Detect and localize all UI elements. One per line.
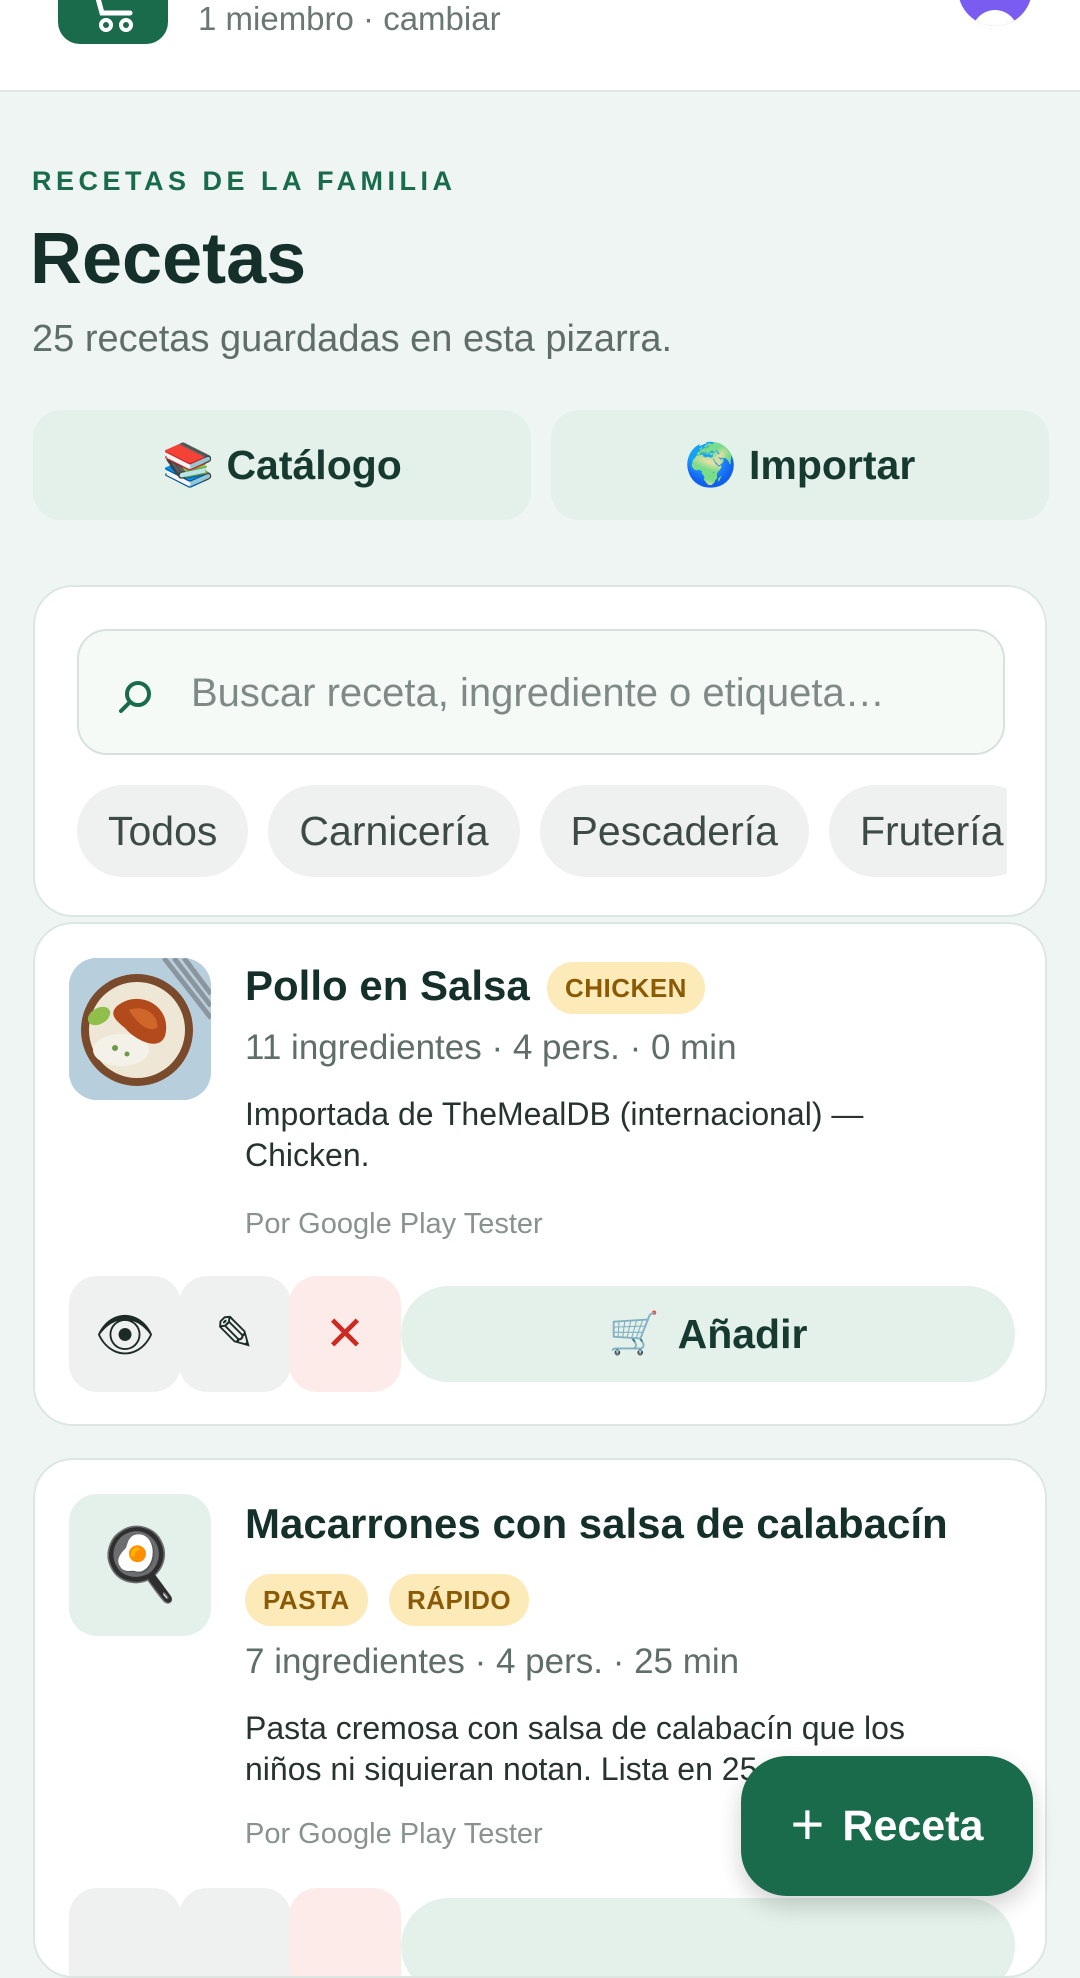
recipe-author: Por Google Play Tester xyxy=(245,1208,543,1240)
fab-label: Receta xyxy=(842,1801,984,1850)
globe-icon: 🌍 xyxy=(684,440,737,488)
add-label: Añadir xyxy=(677,1310,808,1357)
user-avatar[interactable] xyxy=(958,0,1032,26)
recipe-description: Importada de TheMealDB (internacional) —… xyxy=(245,1096,864,1173)
recipe-thumbnail xyxy=(69,958,211,1100)
recipe-title: Macarrones con salsa de calabacín xyxy=(245,1500,948,1547)
category-filter-chips: Todos Carnicería Pescadería Frutería xyxy=(77,785,1007,881)
filter-chip-fruteria[interactable]: Frutería xyxy=(828,785,1007,877)
books-icon: 📚 xyxy=(162,440,215,488)
recipe-card[interactable]: 🍳 Macarrones con salsa de calabacín PAST… xyxy=(33,1458,1047,1978)
recipe-tag: PASTA xyxy=(245,1574,368,1626)
recipe-photo xyxy=(69,958,211,1100)
catalog-label: Catálogo xyxy=(226,441,402,488)
search-filter-card: Todos Carnicería Pescadería Frutería xyxy=(33,585,1047,917)
eye-icon: 👁 xyxy=(94,1308,156,1362)
frying-pan-icon: 🍳 xyxy=(96,1525,184,1603)
search-icon xyxy=(119,681,151,713)
add-to-list-button[interactable] xyxy=(401,1898,1015,1976)
filter-chip-todos[interactable]: Todos xyxy=(77,785,249,877)
catalog-button[interactable]: 📚 Catálogo xyxy=(33,410,531,520)
view-recipe-button[interactable] xyxy=(69,1888,181,1976)
cart-icon: 🛒 xyxy=(608,1310,660,1356)
close-icon: ✕ xyxy=(324,1308,366,1361)
cart-logo-icon[interactable] xyxy=(58,0,168,44)
edit-recipe-button[interactable]: ✎ xyxy=(179,1276,291,1392)
edit-recipe-button[interactable] xyxy=(179,1888,291,1976)
recipe-count-subtitle: 25 recetas guardadas en esta pizarra. xyxy=(32,318,673,360)
view-recipe-button[interactable]: 👁 xyxy=(69,1276,181,1392)
delete-recipe-button[interactable] xyxy=(289,1888,401,1976)
search-box[interactable] xyxy=(77,629,1005,755)
recipe-meta: 11 ingredientes · 4 pers. · 0 min xyxy=(245,1028,737,1067)
recipe-card[interactable]: Pollo en Salsa CHICKEN 11 ingredientes ·… xyxy=(33,922,1047,1426)
recipe-thumbnail: 🍳 xyxy=(69,1494,211,1636)
pencil-icon: ✎ xyxy=(214,1308,256,1361)
recipe-title: Pollo en Salsa xyxy=(245,962,530,1009)
add-to-list-button[interactable]: 🛒 Añadir xyxy=(401,1286,1015,1382)
filter-chip-pescaderia[interactable]: Pescadería xyxy=(539,785,809,877)
top-bar: 1 miembro · cambiar xyxy=(0,0,1080,92)
new-recipe-fab[interactable]: + Receta xyxy=(741,1756,1033,1896)
page-title: Recetas xyxy=(30,219,307,299)
delete-recipe-button[interactable]: ✕ xyxy=(289,1276,401,1392)
section-eyebrow: RECETAS DE LA FAMILIA xyxy=(32,166,457,196)
import-label: Importar xyxy=(748,441,916,488)
plus-icon: + xyxy=(790,1791,825,1857)
cart-icon xyxy=(95,0,133,32)
import-button[interactable]: 🌍 Importar xyxy=(551,410,1049,520)
search-input[interactable] xyxy=(189,631,983,755)
recipe-meta: 7 ingredientes · 4 pers. · 25 min xyxy=(245,1642,740,1681)
recipe-tag: CHICKEN xyxy=(547,962,705,1014)
filter-chip-carniceria[interactable]: Carnicería xyxy=(268,785,520,877)
recipe-tag: RÁPIDO xyxy=(389,1574,530,1626)
recipe-author: Por Google Play Tester xyxy=(245,1818,543,1850)
members-switch-link[interactable]: 1 miembro · cambiar xyxy=(198,0,501,38)
